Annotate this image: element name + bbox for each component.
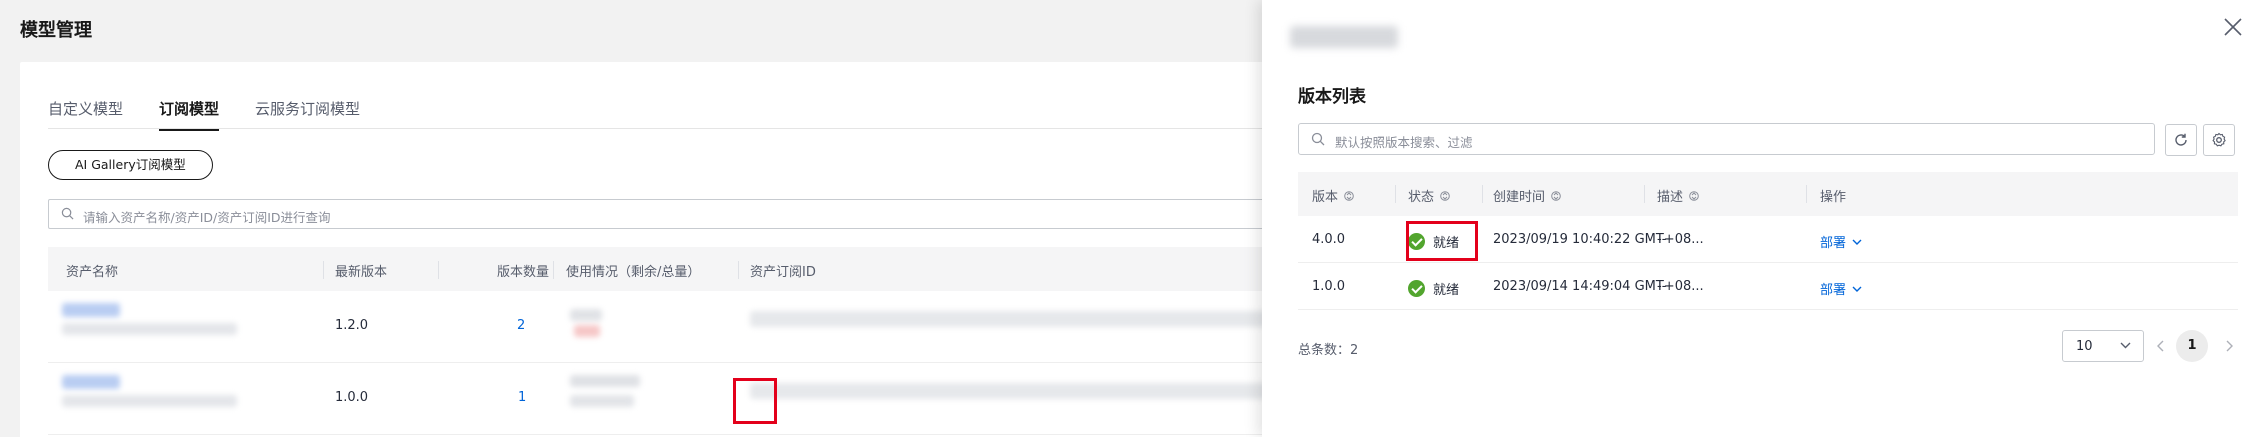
chevron-right-icon[interactable]: [2220, 336, 2238, 356]
description: --: [1657, 232, 1667, 247]
drawer-title: [1290, 26, 1398, 48]
asset-search-placeholder: 请输入资产名称/资产ID/资产订阅ID进行查询: [83, 210, 331, 225]
col-created-label: 创建时间: [1493, 190, 1546, 205]
highlight-box: [733, 378, 777, 424]
total-count: 总条数：2: [1298, 343, 1359, 358]
settings-icon: [2212, 132, 2226, 147]
created-time: 2023/09/19 10:40:22 GMT+08...: [1493, 232, 1704, 247]
column-divider: [738, 261, 739, 279]
column-divider: [323, 261, 324, 279]
version-count-link[interactable]: 2: [517, 318, 525, 333]
column-divider: [1482, 185, 1483, 203]
usage-text: [570, 375, 640, 387]
deploy-label: 部署: [1820, 236, 1847, 251]
asset-name-link[interactable]: [62, 375, 120, 389]
tabs-divider: [48, 128, 1320, 129]
col-created[interactable]: 创建时间: [1493, 186, 1561, 205]
col-version-count: 版本数量: [497, 265, 550, 280]
version-link[interactable]: 1.0.0: [1312, 279, 1345, 294]
asset-id-text: [62, 323, 237, 335]
created-time: 2023/09/14 14:49:04 GMT+08...: [1493, 279, 1704, 294]
col-subscription-id: 资产订阅ID: [750, 265, 816, 280]
version-search-placeholder: 默认按照版本搜索、过滤: [1335, 135, 1473, 150]
column-divider: [1644, 185, 1645, 203]
sort-icon: [1440, 191, 1450, 201]
chevron-left-icon[interactable]: [2152, 336, 2170, 356]
col-description[interactable]: 描述: [1657, 186, 1699, 205]
status-text: 就绪: [1433, 283, 1460, 298]
asset-search-input[interactable]: 请输入资产名称/资产ID/资产订阅ID进行查询: [48, 199, 1320, 229]
close-icon[interactable]: [2222, 16, 2244, 38]
chevron-down-icon: [1852, 286, 1862, 292]
col-usage: 使用情况（剩余/总量）: [566, 265, 701, 280]
settings-button[interactable]: [2203, 124, 2235, 156]
column-divider: [553, 261, 554, 279]
section-title: 版本列表: [1298, 87, 1366, 107]
version-search-input[interactable]: 默认按照版本搜索、过滤: [1298, 123, 2155, 155]
sort-icon: [1689, 191, 1699, 201]
highlight-box: [1406, 221, 1478, 261]
col-latest-version: 最新版本: [335, 265, 388, 280]
chevron-down-icon: [2120, 342, 2131, 349]
deploy-label: 部署: [1820, 283, 1847, 298]
refresh-icon: [2175, 133, 2187, 146]
refresh-button[interactable]: [2165, 124, 2197, 156]
table-row: 1.0.0 就绪 2023/09/14 14:49:04 GMT+08... -…: [1298, 263, 2238, 310]
asset-table-header: 资产名称 最新版本 版本数量 使用情况（剩余/总量） 资产订阅ID: [48, 247, 1320, 291]
content-card: 自定义模型 订阅模型 云服务订阅模型 AI Gallery订阅模型 请输入资产名…: [20, 62, 1320, 437]
subscription-id-text: [750, 383, 1310, 399]
page-number-current[interactable]: 1: [2176, 330, 2208, 362]
page-title: 模型管理: [20, 20, 92, 41]
table-row: 1.2.0 2: [48, 291, 1320, 363]
col-status-label: 状态: [1408, 190, 1435, 205]
usage-text: [570, 309, 602, 321]
deploy-dropdown[interactable]: 部署: [1820, 279, 1862, 298]
check-circle-icon: [1408, 280, 1425, 297]
column-divider: [438, 261, 439, 279]
deploy-dropdown[interactable]: 部署: [1820, 232, 1862, 251]
usage-status: [574, 325, 600, 337]
version-count-link[interactable]: 1: [518, 390, 526, 405]
description: --: [1657, 279, 1667, 294]
page-size-select[interactable]: 10: [2062, 330, 2144, 362]
column-divider: [1806, 185, 1807, 203]
version-link[interactable]: 4.0.0: [1312, 232, 1345, 247]
tab-custom-models[interactable]: 自定义模型: [48, 98, 123, 131]
col-version-label: 版本: [1312, 190, 1339, 205]
sort-icon: [1551, 191, 1561, 201]
sort-icon: [1344, 191, 1354, 201]
page-size-value: 10: [2076, 339, 2093, 354]
asset-id-text: [62, 395, 237, 407]
subscription-id-text: [750, 311, 1310, 327]
asset-name-link[interactable]: [62, 303, 120, 317]
latest-version: 1.2.0: [335, 318, 369, 333]
ai-gallery-filter-button[interactable]: AI Gallery订阅模型: [48, 150, 213, 180]
col-actions: 操作: [1820, 190, 1847, 205]
tab-bar: 自定义模型 订阅模型 云服务订阅模型: [48, 98, 396, 131]
table-row: 1.0.0 1: [48, 363, 1320, 435]
status-badge: 就绪: [1408, 279, 1459, 298]
column-divider: [1395, 185, 1396, 203]
version-list-drawer: 版本列表 默认按照版本搜索、过滤 版本 状态 创建时间 描述 操作 4.0.0 …: [1262, 0, 2256, 437]
col-version[interactable]: 版本: [1312, 186, 1354, 205]
usage-status: [570, 395, 634, 407]
col-description-label: 描述: [1657, 190, 1684, 205]
search-icon: [1311, 132, 1325, 146]
col-status[interactable]: 状态: [1408, 186, 1450, 205]
chevron-down-icon: [1852, 239, 1862, 245]
tab-subscribed-models[interactable]: 订阅模型: [159, 98, 220, 131]
search-icon: [61, 207, 74, 220]
col-asset-name: 资产名称: [66, 265, 119, 280]
version-table-header: 版本 状态 创建时间 描述 操作: [1298, 172, 2238, 216]
tab-cloud-subscribed-models[interactable]: 云服务订阅模型: [255, 98, 360, 131]
latest-version: 1.0.0: [335, 390, 369, 405]
